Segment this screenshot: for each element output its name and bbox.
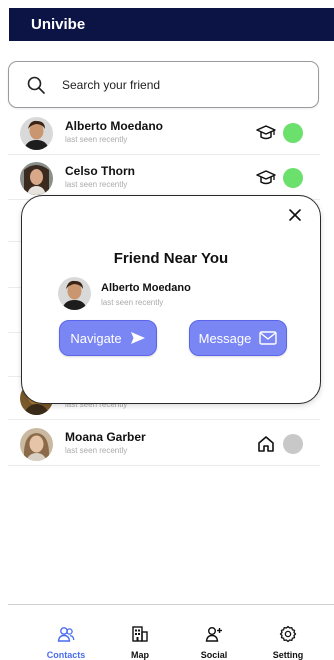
navigate-button[interactable]: Navigate: [59, 320, 157, 356]
nav-social[interactable]: Social: [184, 605, 244, 660]
online-status-dot: [283, 123, 303, 143]
avatar: [58, 277, 91, 310]
contact-last-seen: last seen recently: [65, 135, 128, 144]
nav-contacts[interactable]: Contacts: [36, 605, 96, 660]
nav-map[interactable]: Map: [110, 605, 170, 660]
mail-icon: [259, 331, 278, 345]
message-button[interactable]: Message: [189, 320, 287, 356]
graduation-cap-icon: [256, 170, 276, 185]
friend-name: Alberto Moedano: [101, 282, 191, 294]
app-header: Univibe: [9, 8, 334, 41]
gear-icon: [279, 625, 297, 643]
graduation-cap-icon: [256, 125, 276, 140]
contact-row[interactable]: Moana Garber last seen recently: [8, 426, 320, 466]
contact-row[interactable]: Alberto Moedano last seen recently: [8, 115, 320, 155]
contact-name: Celso Thorn: [65, 164, 136, 178]
friend-last-seen: last seen recently: [101, 298, 164, 307]
navigate-label: Navigate: [70, 330, 122, 346]
contact-name: Alberto Moedano: [65, 119, 163, 133]
contact-row[interactable]: Celso Thorn last seen recently: [8, 160, 320, 200]
search-icon: [27, 76, 45, 94]
friend-near-you-dialog: Friend Near You Alberto Moedano last see…: [21, 195, 321, 404]
avatar: [20, 162, 53, 195]
search-bar[interactable]: [8, 61, 319, 108]
contacts-icon: [57, 627, 75, 642]
contact-last-seen: last seen recently: [65, 446, 128, 455]
online-status-dot: [283, 168, 303, 188]
avatar: [20, 428, 53, 461]
contact-last-seen: last seen recently: [65, 180, 128, 189]
send-arrow-icon: [130, 332, 145, 344]
avatar: [20, 117, 53, 150]
search-input[interactable]: [60, 76, 284, 93]
contact-name: Moana Garber: [65, 430, 146, 444]
close-icon[interactable]: [288, 208, 302, 222]
add-user-icon: [205, 627, 222, 642]
bottom-navigation: Contacts Map Social Setting: [8, 604, 334, 660]
home-icon: [258, 436, 274, 452]
app-title: Univibe: [31, 16, 86, 33]
building-icon: [132, 626, 148, 642]
message-label: Message: [198, 330, 252, 346]
nav-setting[interactable]: Setting: [258, 605, 318, 660]
dialog-title: Friend Near You: [113, 250, 229, 267]
offline-status-dot: [283, 434, 303, 454]
